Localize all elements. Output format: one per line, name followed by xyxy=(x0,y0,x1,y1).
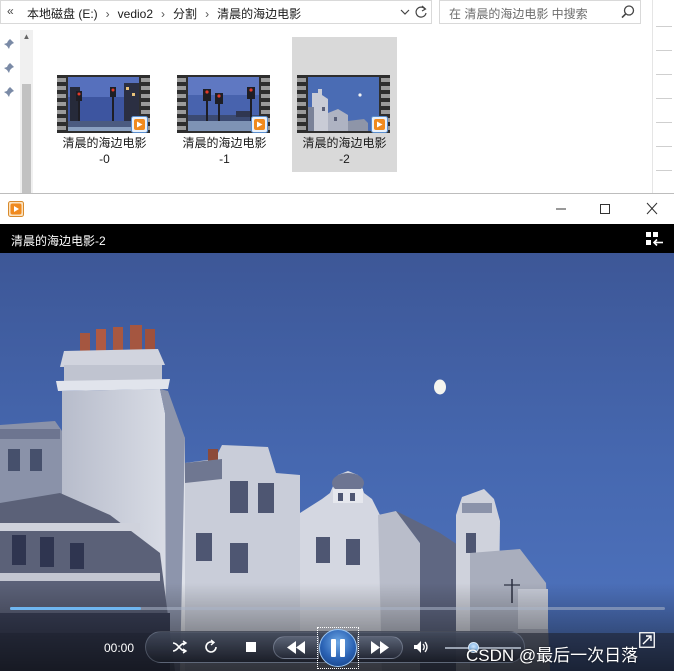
file-name-line2: -0 xyxy=(99,152,110,166)
elapsed-time: 00:00 xyxy=(104,641,135,655)
media-player-icon xyxy=(8,201,24,217)
breadcrumb-item-drive[interactable]: 本地磁盘 (E:) xyxy=(25,5,100,22)
media-player-badge-icon xyxy=(371,116,388,133)
close-icon[interactable] xyxy=(637,199,667,219)
breadcrumb-item-vedio2[interactable]: vedio2 xyxy=(116,7,155,21)
next-icon xyxy=(371,641,389,654)
file-name-line1: 清晨的海边电影 xyxy=(302,136,387,150)
repeat-icon[interactable] xyxy=(203,639,219,655)
pin-icon[interactable] xyxy=(3,62,15,74)
file-name-line1: 清晨的海边电影 xyxy=(62,136,147,150)
search-input[interactable]: 在 清晨的海边电影 中搜索 xyxy=(439,0,641,24)
breadcrumb-item-current-folder[interactable]: 清晨的海边电影 xyxy=(215,5,303,22)
seek-bar-progress xyxy=(10,607,141,610)
switch-to-library-icon[interactable] xyxy=(646,232,664,247)
pin-icon[interactable] xyxy=(3,38,15,50)
file-name-line1: 清晨的海边电影 xyxy=(182,136,267,150)
pause-icon xyxy=(331,639,345,657)
pin-icon[interactable] xyxy=(3,86,15,98)
background-window-edge xyxy=(652,0,674,193)
file-name-line2: -1 xyxy=(219,152,230,166)
address-bar[interactable]: « 本地磁盘 (E:) › vedio2 › 分割 › 清晨的海边电影 xyxy=(0,0,432,24)
media-player-badge-icon xyxy=(131,116,148,133)
media-player-window: 清晨的海边电影-2 00:00 CSDN @最后一次日落 xyxy=(0,193,674,671)
file-item-video-2[interactable]: 清晨的海边电影 -2 xyxy=(292,37,397,172)
previous-button[interactable] xyxy=(273,636,319,659)
refresh-icon[interactable] xyxy=(413,3,429,21)
shuffle-icon[interactable] xyxy=(171,639,189,655)
scroll-up-icon[interactable]: ▲ xyxy=(20,32,33,41)
file-item-video-0[interactable]: 清晨的海边电影 -0 xyxy=(52,37,157,172)
fullscreen-icon[interactable] xyxy=(639,632,655,648)
player-titlebar[interactable] xyxy=(0,193,674,224)
minimize-icon[interactable] xyxy=(546,199,576,219)
volume-icon[interactable] xyxy=(413,640,429,654)
now-playing-title: 清晨的海边电影-2 xyxy=(11,234,106,248)
file-name-line2: -2 xyxy=(339,152,350,166)
breadcrumb-separator-icon[interactable]: › xyxy=(199,7,215,21)
media-player-badge-icon xyxy=(251,116,268,133)
breadcrumb-separator-icon[interactable]: › xyxy=(100,7,116,21)
next-button[interactable] xyxy=(357,636,403,659)
file-item-video-1[interactable]: 清晨的海边电影 -1 xyxy=(172,37,277,172)
double-chevron-left-icon[interactable]: « xyxy=(7,4,14,18)
stop-icon[interactable] xyxy=(245,641,257,653)
player-header: 清晨的海边电影-2 xyxy=(0,224,674,253)
watermark: CSDN @最后一次日落 xyxy=(466,646,639,665)
file-explorer-window: « 本地磁盘 (E:) › vedio2 › 分割 › 清晨的海边电影 在 清晨… xyxy=(0,0,674,193)
breadcrumb-separator-icon[interactable]: › xyxy=(155,7,171,21)
breadcrumb-item-split[interactable]: 分割 xyxy=(171,5,199,22)
chevron-down-icon[interactable] xyxy=(398,4,412,20)
pause-button[interactable] xyxy=(319,629,357,667)
navigation-pane xyxy=(0,30,20,193)
search-placeholder: 在 清晨的海边电影 中搜索 xyxy=(449,7,588,21)
previous-icon xyxy=(287,641,305,654)
navigation-scrollbar[interactable]: ▲ xyxy=(20,30,33,193)
search-icon[interactable] xyxy=(620,4,636,20)
scrollbar-thumb[interactable] xyxy=(22,84,31,193)
maximize-icon[interactable] xyxy=(590,199,620,219)
breadcrumb: 本地磁盘 (E:) › vedio2 › 分割 › 清晨的海边电影 xyxy=(25,5,303,22)
